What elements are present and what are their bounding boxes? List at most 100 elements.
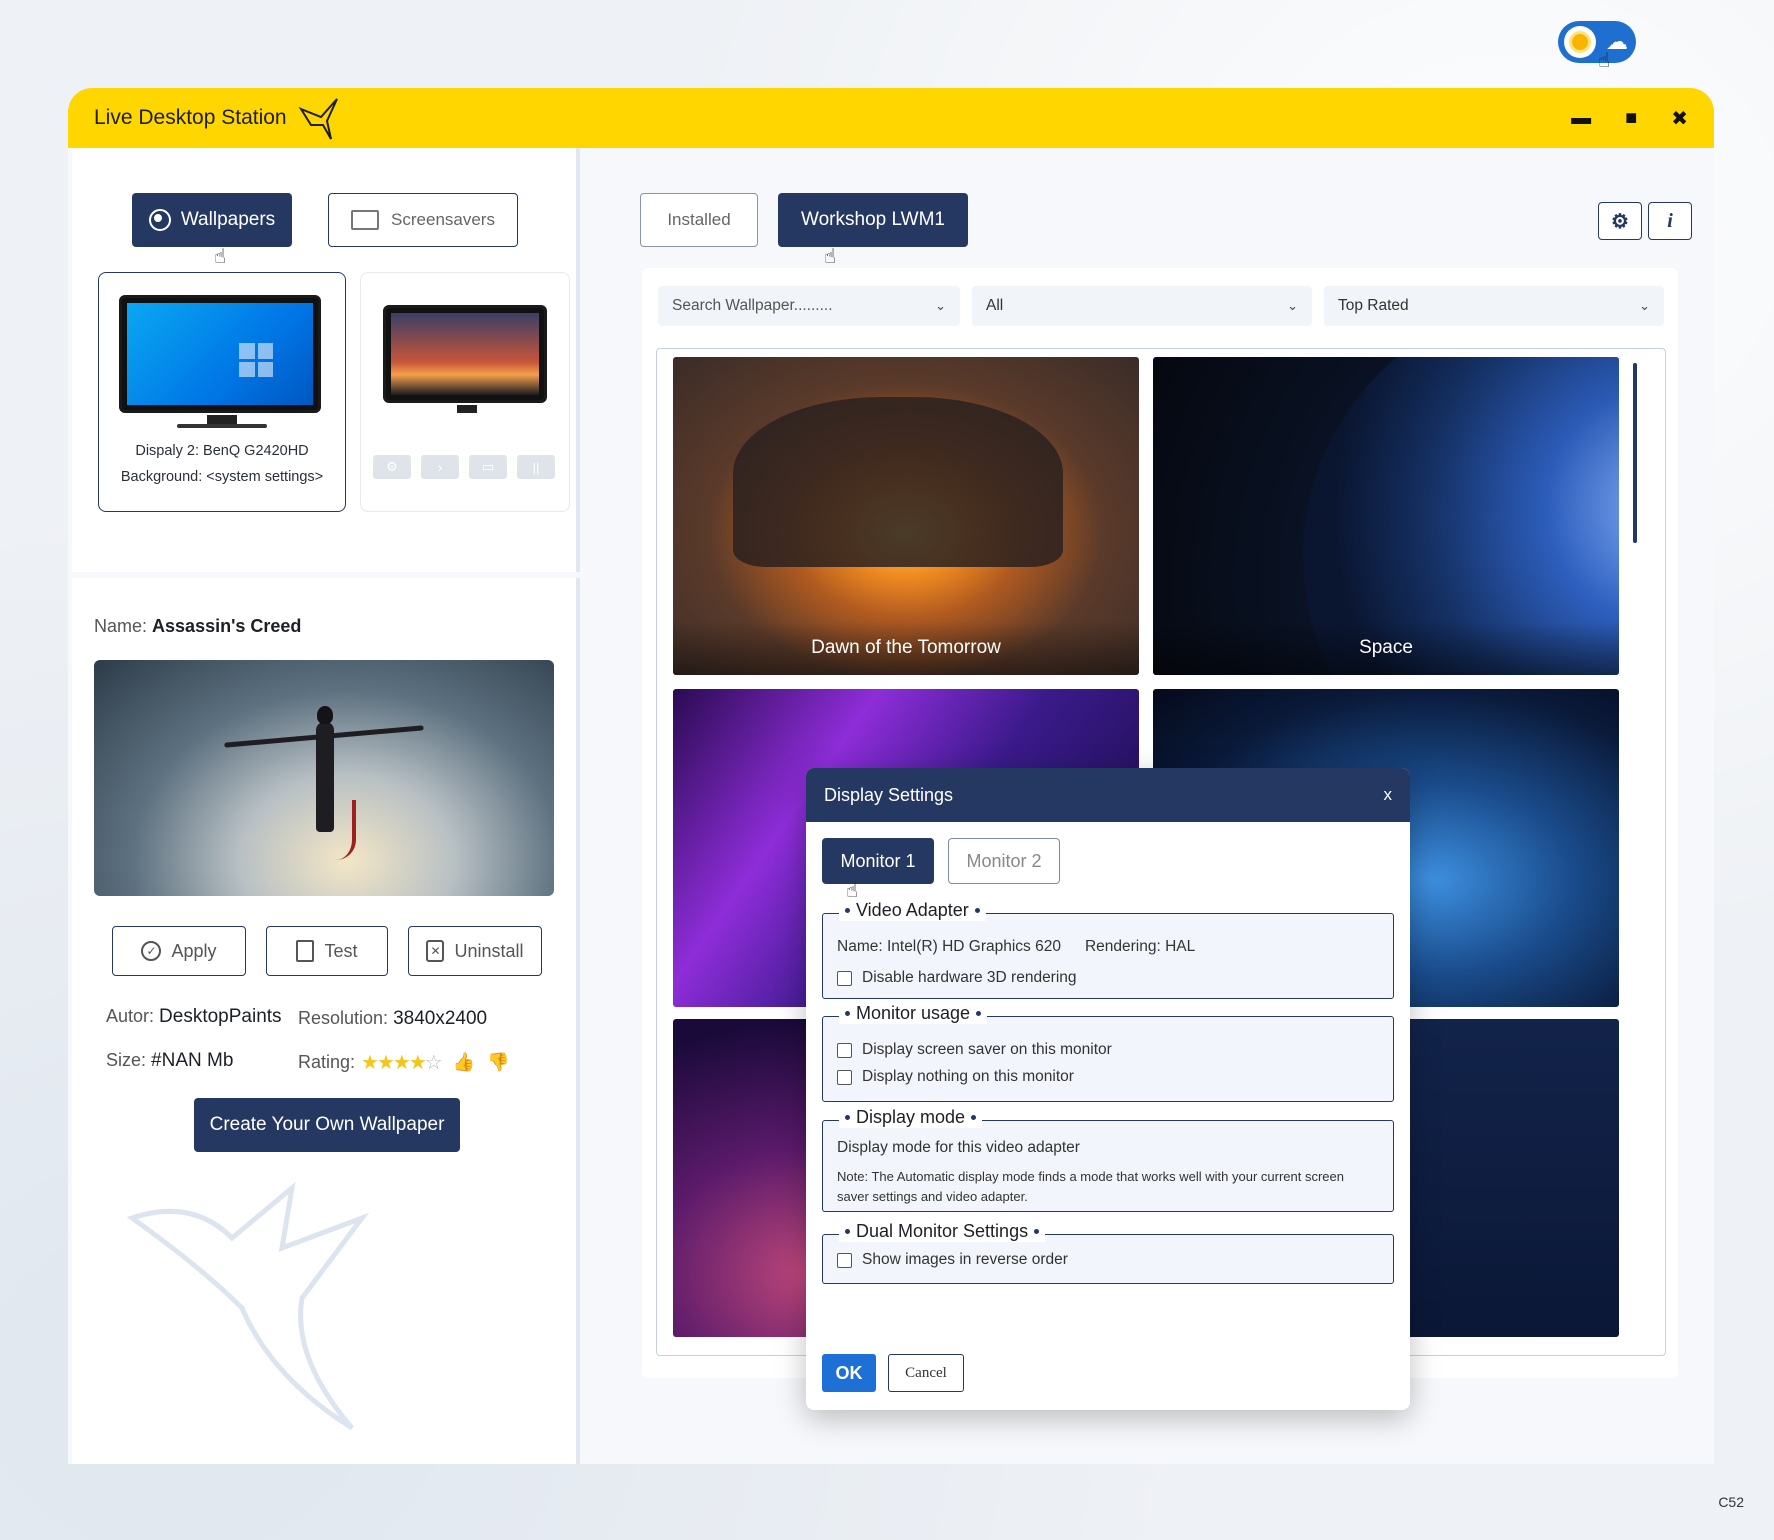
size-value: #NAN Mb bbox=[151, 1050, 234, 1071]
rating-info: Rating: ★★★★☆ 👍 👎 bbox=[298, 1050, 510, 1075]
tab-monitor-2[interactable]: Monitor 2 bbox=[948, 838, 1060, 884]
rating-label: Rating: bbox=[298, 1052, 356, 1072]
adapter-info: Name: Intel(R) HD Graphics 620 Rendering… bbox=[837, 938, 1195, 956]
title-bar: Live Desktop Station ▬ ■ ✖ bbox=[68, 88, 1714, 148]
monitor-name: Dispaly 2: BenQ G2420HD bbox=[135, 443, 309, 459]
display-mode-group: Display mode Display mode for this video… bbox=[822, 1107, 1394, 1212]
theme-knob bbox=[1564, 26, 1596, 58]
resolution-label: Resolution: bbox=[298, 1008, 389, 1028]
monitor-settings-button[interactable]: ⚙ bbox=[373, 455, 411, 479]
author-value: DesktopPaints bbox=[159, 1006, 282, 1027]
globe-icon bbox=[148, 209, 171, 231]
create-wallpaper-button[interactable]: Create Your Own Wallpaper bbox=[194, 1098, 460, 1152]
tab-screensavers-label: Screensavers bbox=[391, 210, 495, 229]
reverse-order-checkbox[interactable]: Show images in reverse order bbox=[837, 1251, 1068, 1269]
wallpaper-title: Space bbox=[1153, 621, 1619, 675]
hand-cursor-icon: ☝ bbox=[214, 246, 227, 268]
display-mode-note: Note: The Automatic display mode finds a… bbox=[837, 1169, 1344, 1204]
resolution-info: Resolution: 3840x2400 bbox=[298, 1008, 487, 1030]
left-panel: Wallpapers ☝ Screensavers Dispaly 2: Ben… bbox=[68, 148, 580, 1464]
monitor-usage-legend: Monitor usage bbox=[839, 1003, 988, 1024]
chevron-down-icon: ⌄ bbox=[1287, 298, 1298, 313]
size-label: Size: bbox=[106, 1050, 147, 1070]
grid-scrollbar[interactable] bbox=[1633, 363, 1637, 543]
adapter-name: Name: Intel(R) HD Graphics 620 bbox=[837, 938, 1061, 955]
maximize-button[interactable]: ■ bbox=[1625, 107, 1637, 130]
display-nothing-checkbox[interactable]: Display nothing on this monitor bbox=[837, 1068, 1074, 1086]
apply-button[interactable]: ✓ Apply bbox=[112, 926, 246, 976]
checkbox[interactable] bbox=[837, 1252, 852, 1268]
sort-select[interactable]: Top Rated ⌄ bbox=[1324, 286, 1664, 326]
window-controls: ▬ ■ ✖ bbox=[1571, 106, 1688, 131]
minimize-button[interactable]: ▬ bbox=[1571, 107, 1591, 130]
dialog-header: Display Settings x bbox=[806, 768, 1410, 822]
preview-figure bbox=[224, 700, 424, 880]
uninstall-x-icon: ✕ bbox=[426, 940, 445, 962]
rating-stars-filled: ★★★★ bbox=[361, 1052, 427, 1074]
dialog-title: Display Settings bbox=[824, 784, 954, 805]
rating-stars: ★★★★☆ bbox=[361, 1050, 443, 1075]
monitor-window-button[interactable]: ▭ bbox=[469, 455, 507, 479]
resolution-value: 3840x2400 bbox=[393, 1008, 488, 1029]
checkbox[interactable] bbox=[837, 970, 852, 986]
wallpaper-preview bbox=[94, 660, 554, 896]
cancel-button[interactable]: Cancel bbox=[888, 1354, 964, 1392]
search-placeholder: Search Wallpaper......... bbox=[672, 297, 833, 314]
video-adapter-legend: Video Adapter bbox=[839, 900, 986, 921]
wallpaper-name: Name: Assassin's Creed bbox=[94, 616, 301, 637]
monitor-card-display-2[interactable]: Dispaly 2: BenQ G2420HD Background: <sys… bbox=[98, 272, 346, 512]
checkbox[interactable] bbox=[837, 1042, 852, 1058]
info-icon[interactable]: i bbox=[1648, 202, 1692, 240]
theme-toggle[interactable]: ☁ bbox=[1558, 21, 1636, 63]
hummingbird-logo-icon bbox=[298, 98, 338, 140]
search-input[interactable]: Search Wallpaper......... ⌄ bbox=[658, 286, 960, 326]
display-settings-dialog: Display Settings x Monitor 1 Monitor 2 ☝… bbox=[806, 768, 1410, 1410]
tab-screensavers[interactable]: Screensavers bbox=[328, 193, 518, 247]
wallpaper-tile[interactable]: Space bbox=[1153, 357, 1619, 675]
category-value: All bbox=[986, 297, 1004, 314]
sort-value: Top Rated bbox=[1338, 297, 1409, 314]
monitor-image bbox=[119, 295, 321, 413]
reverse-order-label: Show images in reverse order bbox=[862, 1251, 1068, 1268]
test-document-icon bbox=[296, 940, 315, 962]
monitor-image bbox=[383, 305, 547, 403]
tab-installed[interactable]: Installed bbox=[640, 193, 758, 247]
monitor-pause-button[interactable]: || bbox=[517, 455, 555, 479]
uninstall-button[interactable]: ✕ Uninstall bbox=[408, 926, 542, 976]
display-nothing-label: Display nothing on this monitor bbox=[862, 1068, 1074, 1085]
test-button[interactable]: Test bbox=[266, 926, 388, 976]
category-select[interactable]: All ⌄ bbox=[972, 286, 1312, 326]
monitor-next-button[interactable]: › bbox=[421, 455, 459, 479]
display-mode-label: Display mode for this video adapter bbox=[837, 1139, 1080, 1156]
tab-wallpapers-label: Wallpapers bbox=[180, 209, 276, 230]
details-section: Name: Assassin's Creed ✓ Apply Test ✕ Un… bbox=[72, 578, 580, 1464]
screensaver-icon bbox=[351, 210, 380, 230]
close-button[interactable]: ✖ bbox=[1671, 106, 1688, 131]
tab-wallpapers[interactable]: Wallpapers bbox=[132, 193, 292, 247]
wallpaper-tile[interactable]: Dawn of the Tomorrow bbox=[673, 357, 1139, 675]
checkbox[interactable] bbox=[837, 1069, 852, 1085]
author-label: Autor: bbox=[106, 1006, 155, 1026]
disable-hw-checkbox[interactable]: Disable hardware 3D rendering bbox=[837, 969, 1077, 987]
wallpaper-title: Dawn of the Tomorrow bbox=[673, 621, 1139, 675]
screensaver-checkbox[interactable]: Display screen saver on this monitor bbox=[837, 1041, 1112, 1059]
size-info: Size: #NAN Mb bbox=[106, 1050, 233, 1072]
hummingbird-watermark-icon bbox=[126, 1181, 370, 1431]
tab-workshop[interactable]: Workshop LWM1 bbox=[778, 193, 968, 247]
author-info: Autor: DesktopPaints bbox=[106, 1006, 282, 1028]
dual-monitor-group: Dual Monitor Settings Show images in rev… bbox=[822, 1221, 1394, 1284]
test-label: Test bbox=[324, 940, 358, 961]
monitor-section: Wallpapers ☝ Screensavers Dispaly 2: Ben… bbox=[72, 148, 580, 572]
name-label: Name: bbox=[94, 616, 148, 636]
uninstall-label: Uninstall bbox=[454, 940, 524, 961]
ok-button[interactable]: OK bbox=[822, 1354, 876, 1392]
settings-gear-icon[interactable]: ⚙ bbox=[1598, 202, 1642, 240]
thumbs-up-icon[interactable]: 👍 bbox=[453, 1052, 475, 1073]
tab-monitor-1[interactable]: Monitor 1 bbox=[822, 838, 934, 884]
monitor-card-display-1[interactable]: ⚙ › ▭ || bbox=[360, 272, 570, 512]
hand-cursor-icon: ☝ bbox=[1598, 50, 1611, 72]
disable-hw-label: Disable hardware 3D rendering bbox=[862, 969, 1077, 986]
dialog-close-button[interactable]: x bbox=[1384, 785, 1393, 805]
check-circle-icon: ✓ bbox=[141, 941, 162, 961]
thumbs-down-icon[interactable]: 👎 bbox=[487, 1052, 509, 1073]
